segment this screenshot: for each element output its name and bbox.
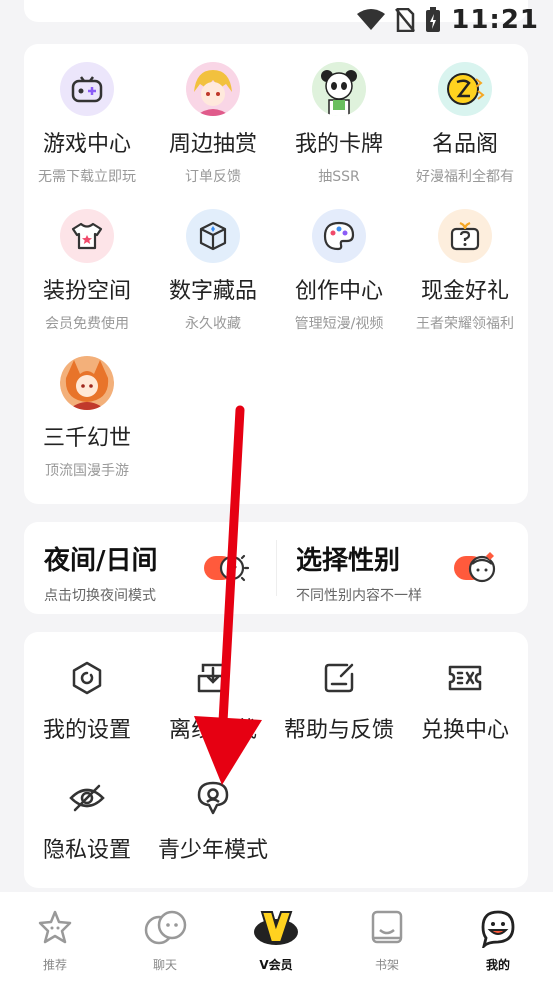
gender-subtitle: 不同性别内容不一样 — [296, 588, 422, 604]
panda-avatar-icon — [312, 62, 366, 116]
nav-chat[interactable]: 聊天 — [110, 908, 220, 973]
nav-label: 我的 — [485, 958, 510, 972]
nav-label: 聊天 — [152, 958, 177, 972]
sun-toggle-icon — [204, 549, 250, 582]
service-my-cards[interactable]: 我的卡牌 抽SSR — [276, 62, 402, 186]
help-feedback-button[interactable]: 帮助与反馈 — [276, 658, 402, 744]
service-subtitle: 抽SSR — [318, 169, 360, 185]
nav-recommend[interactable]: 推荐 — [0, 908, 110, 973]
service-subtitle: 王者荣耀领福利 — [416, 316, 514, 332]
redeem-center-button[interactable]: 兑换中心 — [402, 658, 528, 744]
palette-icon — [312, 209, 366, 263]
nav-vip[interactable]: V会员 — [221, 908, 331, 973]
tool-label: 青少年模式 — [157, 838, 268, 863]
service-subtitle: 订单反馈 — [185, 169, 241, 185]
service-title: 数字藏品 — [168, 279, 257, 304]
gift-question-icon — [438, 209, 492, 263]
night-mode-toggle[interactable]: 夜间/日间 点击切换夜间模式 — [44, 540, 276, 604]
nav-bookshelf[interactable]: 书架 — [332, 908, 442, 973]
status-bar: 11:21 — [0, 0, 553, 40]
service-title: 名品阁 — [431, 132, 498, 157]
tools-card: 我的设置 离线下载 帮助与反馈 兑换中心 隐私设置 青少年模式 — [24, 632, 528, 888]
service-title: 现金好礼 — [420, 279, 509, 304]
ticket-icon — [402, 658, 528, 698]
nav-label: 书架 — [374, 958, 399, 972]
offline-download-button[interactable]: 离线下载 — [150, 658, 276, 744]
nav-profile[interactable]: 我的 — [443, 908, 553, 973]
wifi-icon — [357, 9, 386, 30]
service-subtitle: 永久收藏 — [185, 316, 241, 332]
service-title: 周边抽赏 — [168, 132, 257, 157]
service-creator-center[interactable]: 创作中心 管理短漫/视频 — [276, 209, 402, 333]
service-title: 我的卡牌 — [294, 132, 383, 157]
settings-icon — [24, 658, 150, 698]
service-game-center[interactable]: 游戏中心 无需下载立即玩 — [24, 62, 150, 186]
brand-icon — [438, 62, 492, 116]
bookshelf-icon — [371, 910, 403, 944]
privacy-settings-button[interactable]: 隐私设置 — [24, 778, 150, 864]
service-subtitle: 会员免费使用 — [45, 316, 129, 332]
service-digital-collectibles[interactable]: 数字藏品 永久收藏 — [150, 209, 276, 333]
service-dress-space[interactable]: 装扮空间 会员免费使用 — [24, 209, 150, 333]
nav-label: V会员 — [259, 958, 293, 972]
service-merch-lottery[interactable]: 周边抽赏 订单反馈 — [150, 62, 276, 186]
service-subtitle: 无需下载立即玩 — [38, 169, 136, 185]
status-time: 11:21 — [451, 5, 539, 35]
tool-label: 隐私设置 — [42, 838, 131, 863]
service-title: 游戏中心 — [42, 132, 131, 157]
gender-toggle-icon — [454, 552, 496, 583]
vip-icon — [254, 911, 298, 945]
anime-avatar-icon — [186, 62, 240, 116]
tool-label: 我的设置 — [42, 718, 131, 743]
gender-toggle[interactable]: 选择性别 不同性别内容不一样 — [296, 540, 516, 604]
download-icon — [150, 658, 276, 698]
profile-icon — [481, 910, 515, 951]
teen-mode-button[interactable]: 青少年模式 — [150, 778, 276, 864]
service-title: 装扮空间 — [42, 279, 131, 304]
fox-girl-avatar-icon — [60, 356, 114, 410]
service-title: 创作中心 — [294, 279, 383, 304]
star-icon — [38, 910, 72, 944]
tshirt-icon — [60, 209, 114, 263]
service-title: 三千幻世 — [42, 426, 131, 451]
feedback-icon — [276, 658, 402, 698]
service-cash-gifts[interactable]: 现金好礼 王者荣耀领福利 — [402, 209, 528, 333]
bottom-nav: 推荐 聊天 V会员 书架 我的 — [0, 892, 553, 983]
my-settings-button[interactable]: 我的设置 — [24, 658, 150, 744]
service-brand-pavilion[interactable]: 名品阁 好漫福利全都有 — [402, 62, 528, 186]
toggles-card: 夜间/日间 点击切换夜间模式 选择性别 不同性别内容不一样 — [24, 522, 528, 614]
tool-label: 离线下载 — [168, 718, 257, 743]
toggles-divider — [276, 540, 277, 596]
service-subtitle: 管理短漫/视频 — [294, 316, 384, 332]
service-subtitle: 顶流国漫手游 — [45, 463, 129, 479]
cube-icon — [186, 209, 240, 263]
gamepad-icon — [60, 62, 114, 116]
tool-label: 帮助与反馈 — [283, 718, 394, 743]
no-sim-icon — [395, 8, 416, 32]
eye-off-icon — [24, 778, 150, 818]
service-sanqian-huanshi[interactable]: 三千幻世 顶流国漫手游 — [24, 356, 150, 480]
services-card: 游戏中心 无需下载立即玩 周边抽赏 订单反馈 我的卡牌 抽SSR 名品阁 好漫福… — [24, 44, 528, 504]
battery-icon — [426, 7, 441, 32]
tool-label: 兑换中心 — [420, 718, 509, 743]
teen-mode-icon — [150, 778, 276, 818]
nav-label: 推荐 — [42, 958, 67, 972]
service-subtitle: 好漫福利全都有 — [416, 169, 514, 185]
night-mode-subtitle: 点击切换夜间模式 — [44, 588, 156, 604]
chat-icon — [144, 910, 187, 945]
